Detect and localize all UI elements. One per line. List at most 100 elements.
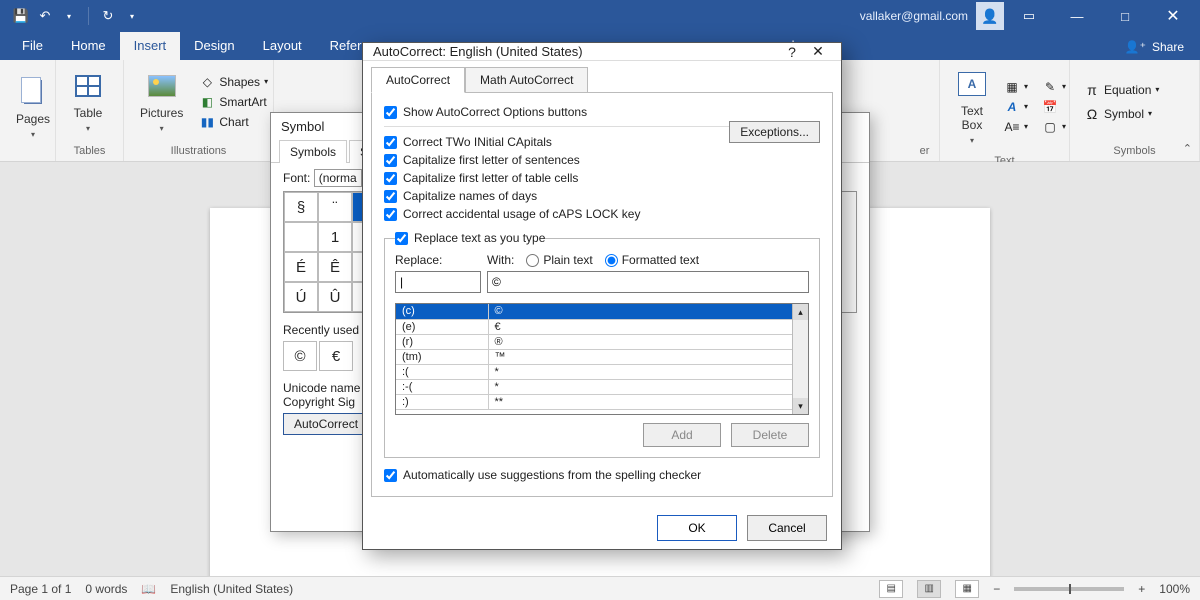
signature-button[interactable]: ✎▾ — [1038, 78, 1070, 96]
symbol-cell[interactable]: É — [284, 252, 318, 282]
wordart-button[interactable]: A▾ — [1000, 98, 1032, 116]
autocorrect-button[interactable]: AutoCorrect — [283, 413, 369, 435]
tab-math-autocorrect[interactable]: Math AutoCorrect — [465, 67, 588, 93]
replace-input[interactable] — [395, 271, 481, 293]
symbol-cell[interactable]: ¨ — [318, 192, 352, 222]
help-icon[interactable]: ? — [779, 44, 805, 60]
font-label: Font: — [283, 171, 310, 185]
list-item: (c)© — [396, 304, 808, 319]
symbol-tab-symbols[interactable]: Symbols — [279, 140, 347, 163]
scroll-down-icon[interactable]: ▾ — [793, 398, 808, 414]
undo-icon[interactable]: ↶ — [36, 7, 54, 25]
dropcap-icon: A≡ — [1004, 119, 1020, 135]
cap-days-label: Capitalize names of days — [403, 189, 537, 203]
word-count[interactable]: 0 words — [85, 582, 127, 596]
statusbar: Page 1 of 1 0 words 📖 English (United St… — [0, 576, 1200, 600]
replace-list[interactable]: (c)© (e)€ (r)® (tm)™ :(* :-(* :)** ▴▾ — [395, 303, 809, 415]
collapse-ribbon-icon[interactable]: ⌃ — [1183, 142, 1192, 155]
save-icon[interactable]: 💾 — [12, 7, 30, 25]
cancel-button[interactable]: Cancel — [747, 515, 827, 541]
proofing-icon[interactable]: 📖 — [141, 582, 156, 596]
user-avatar-icon[interactable]: 👤 — [976, 2, 1004, 30]
pictures-button[interactable]: Pictures▾ — [134, 68, 189, 135]
close-dialog-icon[interactable]: ✕ — [805, 43, 831, 60]
minimize-icon[interactable]: — — [1054, 0, 1100, 32]
pages-button[interactable]: Pages▾ — [10, 74, 56, 141]
undo-caret-icon[interactable]: ▾ — [60, 7, 78, 25]
shapes-icon: ◇ — [199, 74, 215, 90]
plain-radio[interactable] — [526, 254, 539, 267]
shapes-button[interactable]: ◇Shapes▾ — [195, 73, 272, 91]
web-layout-icon[interactable]: ▦ — [955, 580, 979, 598]
exceptions-button[interactable]: Exceptions... — [729, 121, 820, 143]
correct-two-caps-checkbox[interactable] — [384, 136, 397, 149]
tab-insert[interactable]: Insert — [120, 32, 181, 60]
with-input[interactable] — [487, 271, 809, 293]
symbol-cell[interactable]: Ú — [284, 282, 318, 312]
table-button[interactable]: Table▾ — [66, 68, 110, 135]
auto-suggest-checkbox[interactable] — [384, 469, 397, 482]
object-button[interactable]: ▢▾ — [1038, 118, 1070, 136]
add-button[interactable]: Add — [643, 423, 721, 447]
datetime-button[interactable]: 📅 — [1038, 98, 1070, 116]
zoom-out-icon[interactable]: − — [993, 582, 1000, 596]
scroll-up-icon[interactable]: ▴ — [793, 304, 808, 320]
cap-sentences-checkbox[interactable] — [384, 154, 397, 167]
quick-access-toolbar: 💾 ↶ ▾ ↻ ▾ — [0, 7, 153, 25]
quickparts-button[interactable]: ▦▾ — [1000, 78, 1032, 96]
symbol-cell[interactable]: Û — [318, 282, 352, 312]
textbox-button[interactable]: A Text Box▾ — [950, 66, 994, 147]
plain-label: Plain text — [543, 253, 592, 267]
ribbon-display-icon[interactable]: ▭ — [1006, 0, 1052, 32]
autocorrect-dialog: AutoCorrect: English (United States) ? ✕… — [362, 42, 842, 550]
zoom-in-icon[interactable]: + — [1138, 582, 1145, 596]
replace-checkbox[interactable] — [395, 232, 408, 245]
print-layout-icon[interactable]: ▥ — [917, 580, 941, 598]
zoom-slider[interactable] — [1014, 587, 1124, 591]
read-mode-icon[interactable]: ▤ — [879, 580, 903, 598]
tab-autocorrect[interactable]: AutoCorrect — [371, 67, 465, 93]
recent-symbol[interactable]: € — [319, 341, 353, 371]
smartart-button[interactable]: ◧SmartArt — [195, 93, 272, 111]
tab-layout[interactable]: Layout — [249, 32, 316, 60]
equation-button[interactable]: πEquation▾ — [1080, 81, 1163, 99]
table-icon — [75, 75, 101, 97]
ok-button[interactable]: OK — [657, 515, 737, 541]
symbol-cell[interactable]: Ê — [318, 252, 352, 282]
formatted-label: Formatted text — [622, 253, 699, 267]
group-tables: Tables — [56, 143, 123, 161]
object-icon: ▢ — [1042, 119, 1058, 135]
formatted-radio[interactable] — [605, 254, 618, 267]
group-illustrations: Illustrations — [124, 143, 273, 161]
qat-caret-icon[interactable]: ▾ — [123, 7, 141, 25]
list-item: :)** — [396, 394, 808, 409]
cap-days-checkbox[interactable] — [384, 190, 397, 203]
show-options-checkbox[interactable] — [384, 106, 397, 119]
tab-home[interactable]: Home — [57, 32, 120, 60]
page-indicator[interactable]: Page 1 of 1 — [10, 582, 71, 596]
symbol-button[interactable]: ΩSymbol▾ — [1080, 105, 1163, 123]
font-select[interactable]: (norma — [314, 169, 362, 187]
close-icon[interactable]: ✕ — [1150, 0, 1196, 32]
tab-file[interactable]: File — [8, 32, 57, 60]
recent-symbol[interactable]: © — [283, 341, 317, 371]
wordart-icon: A — [1004, 99, 1020, 115]
dropcap-button[interactable]: A≡▾ — [1000, 118, 1032, 136]
list-item: :(* — [396, 364, 808, 379]
tab-design[interactable]: Design — [180, 32, 248, 60]
maximize-icon[interactable]: □ — [1102, 0, 1148, 32]
language-indicator[interactable]: English (United States) — [170, 582, 293, 596]
share-button[interactable]: 👤⁺ Share — [1109, 34, 1200, 60]
capslock-checkbox[interactable] — [384, 208, 397, 221]
equation-icon: π — [1084, 82, 1100, 98]
zoom-level[interactable]: 100% — [1159, 582, 1190, 596]
list-item: (r)® — [396, 334, 808, 349]
delete-button[interactable]: Delete — [731, 423, 809, 447]
cap-cells-checkbox[interactable] — [384, 172, 397, 185]
scrollbar[interactable]: ▴▾ — [792, 304, 808, 414]
chart-button[interactable]: ▮▮Chart — [195, 113, 272, 131]
symbol-cell[interactable]: 1 — [318, 222, 352, 252]
symbol-cell[interactable] — [284, 222, 318, 252]
redo-icon[interactable]: ↻ — [99, 7, 117, 25]
symbol-cell[interactable]: § — [284, 192, 318, 222]
